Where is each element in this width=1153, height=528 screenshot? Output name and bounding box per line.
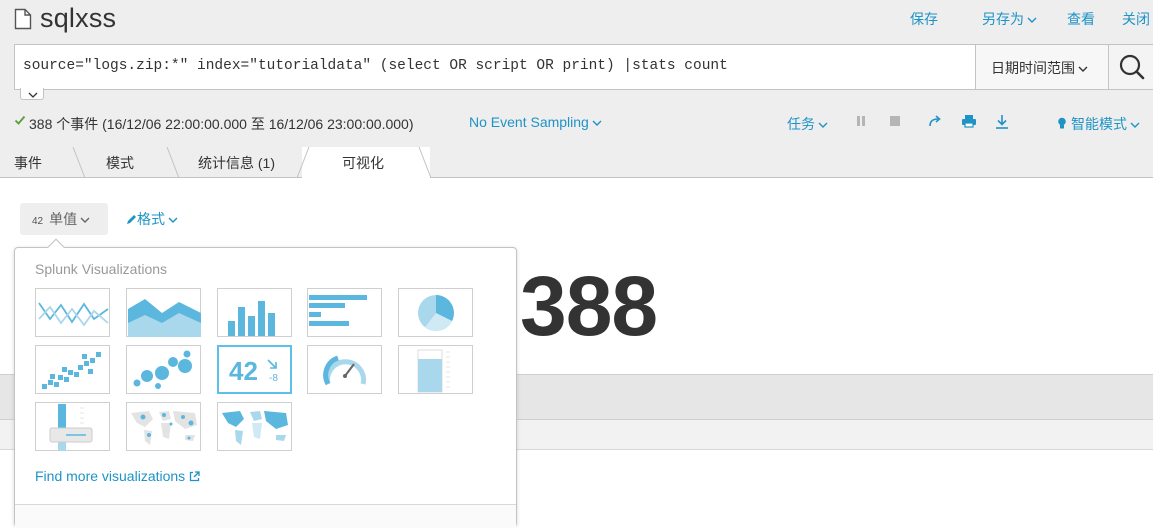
find-more-label: Find more visualizations: [35, 468, 186, 484]
bubble-chart-tile[interactable]: [126, 345, 201, 394]
format-label: 格式: [137, 211, 165, 227]
search-mode-label: 智能模式: [1071, 116, 1127, 132]
print-icon[interactable]: [961, 114, 977, 131]
chevron-down-icon: [80, 217, 90, 224]
search-mode-menu[interactable]: 智能模式: [1057, 114, 1140, 134]
chevron-down-icon: [1130, 122, 1140, 129]
title-row: sqlxss 保存 另存为 查看 关闭: [0, 0, 1153, 40]
app-header: sqlxss 保存 另存为 查看 关闭 source="logs.zip:*" …: [0, 0, 1153, 147]
save-as-menu[interactable]: 另存为: [982, 9, 1037, 29]
check-icon: [14, 113, 26, 129]
search-bar: source="logs.zip:*" index="tutorialdata"…: [14, 44, 1153, 90]
tab-divider: [72, 147, 86, 178]
filler-gauge-tile[interactable]: [398, 345, 473, 394]
lightbulb-icon: [1058, 117, 1066, 129]
job-status-bar: 388 个事件 (16/12/06 22:00:00.000 至 16/12/0…: [0, 108, 1153, 136]
marker-gauge-tile[interactable]: [35, 402, 110, 451]
view-button[interactable]: 查看: [1067, 9, 1095, 29]
chevron-down-icon: [28, 92, 38, 98]
job-menu[interactable]: 任务: [787, 114, 828, 134]
search-button[interactable]: [1108, 45, 1153, 89]
single-value-tile-delta: -8: [269, 373, 278, 384]
scatter-chart-icon: [42, 352, 101, 389]
tab-statistics[interactable]: 统计信息 (1): [198, 147, 275, 178]
event-count-summary: 388 个事件 (16/12/06 22:00:00.000 至 16/12/0…: [29, 116, 414, 132]
time-range-picker[interactable]: 日期时间范围: [975, 45, 1108, 89]
time-range-label: 日期时间范围: [991, 60, 1075, 76]
area-chart-tile[interactable]: [126, 288, 201, 337]
cluster-map-icon: [131, 411, 197, 445]
chevron-down-icon: [1027, 17, 1037, 24]
find-more-visualizations-link[interactable]: Find more visualizations: [35, 468, 200, 484]
search-icon: [1119, 54, 1145, 80]
choropleth-map-tile[interactable]: [217, 402, 292, 451]
single-value-tile-number: 42: [229, 356, 258, 386]
visualization-type-button[interactable]: 42 单值: [20, 203, 108, 235]
share-icon[interactable]: [928, 114, 942, 131]
column-chart-tile[interactable]: [217, 288, 292, 337]
bar-chart-icon: [309, 295, 367, 326]
close-button[interactable]: 关闭: [1122, 9, 1150, 29]
radial-gauge-icon: [323, 355, 366, 386]
tab-divider: [296, 147, 310, 178]
chevron-down-icon: [818, 122, 828, 129]
bubble-chart-icon: [133, 350, 192, 389]
picker-heading: Splunk Visualizations: [35, 261, 168, 277]
event-sampling-menu[interactable]: No Event Sampling: [469, 114, 602, 130]
marker-gauge-icon: [49, 404, 93, 451]
filler-gauge-icon: [417, 349, 450, 393]
tab-visualization[interactable]: 可视化: [342, 147, 384, 178]
choropleth-map-icon: [222, 411, 288, 445]
single-value-result: 388: [520, 259, 658, 353]
tab-events[interactable]: 事件: [14, 147, 42, 178]
single-value-mini-icon: 42: [32, 216, 44, 227]
scatter-chart-tile[interactable]: [35, 345, 110, 394]
tab-patterns[interactable]: 模式: [106, 147, 134, 178]
line-chart-icon: [38, 302, 109, 327]
save-button[interactable]: 保存: [910, 9, 938, 29]
chevron-down-icon: [592, 120, 602, 127]
pause-icon[interactable]: [855, 114, 867, 131]
pie-chart-icon: [418, 295, 454, 331]
pencil-icon: [127, 215, 136, 224]
tab-divider: [418, 147, 432, 178]
format-button[interactable]: 格式: [126, 209, 178, 229]
sampling-label: No Event Sampling: [469, 114, 589, 130]
single-value-icon: 42 -8: [229, 356, 278, 386]
chevron-down-icon: [168, 217, 178, 224]
job-label: 任务: [787, 116, 815, 132]
area-chart-icon: [128, 299, 201, 337]
search-input[interactable]: source="logs.zip:*" index="tutorialdata"…: [15, 45, 975, 89]
pie-chart-tile[interactable]: [398, 288, 473, 337]
line-chart-tile[interactable]: [35, 288, 110, 337]
popover-footer: [15, 504, 516, 528]
viz-type-label: 单值: [49, 211, 78, 227]
external-link-icon: [189, 471, 200, 482]
radial-gauge-tile[interactable]: [307, 345, 382, 394]
tab-divider: [166, 147, 180, 178]
stop-icon[interactable]: [889, 114, 901, 131]
visualization-picker-popover: Splunk Visualizations 42 -8 Find more vi…: [14, 247, 517, 528]
single-value-tile[interactable]: 42 -8: [217, 345, 292, 394]
export-icon[interactable]: [995, 114, 1009, 132]
results-tabs: 事件 模式 统计信息 (1) 可视化: [0, 147, 1153, 179]
page-title: sqlxss: [40, 3, 117, 33]
chevron-down-icon: [1078, 66, 1088, 73]
expand-search-toggle[interactable]: [20, 88, 44, 100]
column-chart-icon: [228, 301, 275, 336]
save-as-label: 另存为: [982, 11, 1024, 27]
document-icon: [14, 8, 32, 35]
bar-chart-tile[interactable]: [307, 288, 382, 337]
cluster-map-tile[interactable]: [126, 402, 201, 451]
